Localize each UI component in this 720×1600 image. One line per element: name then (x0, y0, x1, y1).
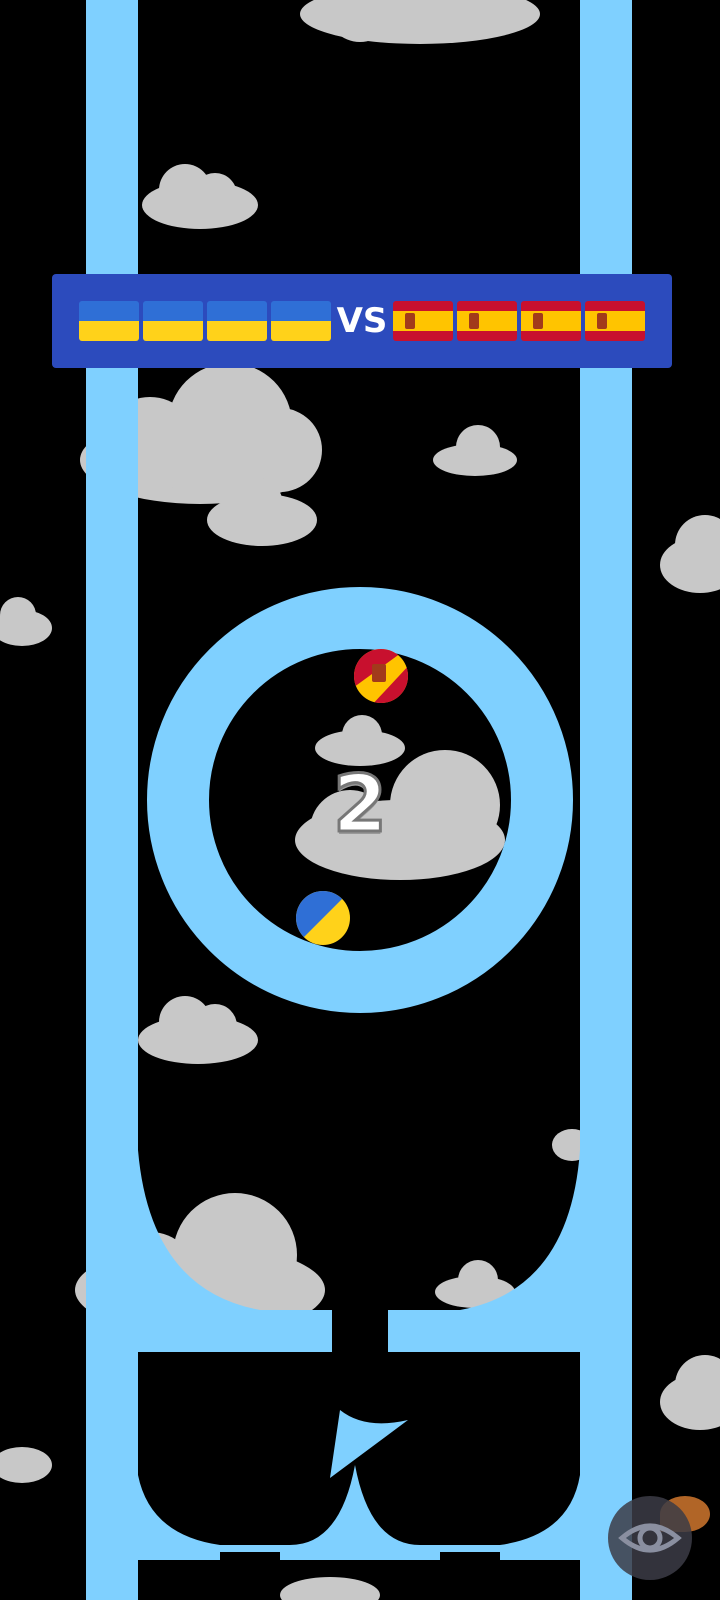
ukraine-flag-icon (78, 301, 139, 341)
cloud (142, 164, 258, 229)
cloud (300, 0, 540, 44)
left-rail (86, 0, 138, 1600)
cloud (138, 996, 258, 1064)
cloud (660, 515, 720, 593)
cloud (660, 1355, 720, 1430)
ukraine-flag-icon (142, 301, 203, 341)
funnel-right (388, 1150, 580, 1352)
exit-gap-left (220, 1552, 280, 1600)
scoreboard-banner: VS (52, 274, 672, 368)
cloud (0, 1447, 52, 1483)
lower-floor (138, 1545, 580, 1555)
spain-flag-icon (393, 301, 454, 341)
right-rail (580, 0, 632, 1600)
exit-gap-right (440, 1552, 500, 1600)
cloud (433, 425, 517, 476)
eye-icon[interactable] (608, 1496, 692, 1580)
ukraine-flag-icon (206, 301, 267, 341)
ukraine-flag-icon (270, 301, 331, 341)
spain-flag-icon (521, 301, 582, 341)
cloud (280, 1577, 380, 1600)
eye-icon-glyph (618, 1523, 682, 1553)
spain-flag-icon (457, 301, 518, 341)
countdown-number: 2 (331, 759, 388, 852)
cloud (315, 715, 405, 766)
funnel-floor-right (388, 1322, 580, 1352)
funnel-floor-left (138, 1322, 332, 1352)
cloud (0, 597, 52, 646)
vs-label: VS (336, 301, 388, 341)
spain-flag-icon (585, 301, 646, 341)
